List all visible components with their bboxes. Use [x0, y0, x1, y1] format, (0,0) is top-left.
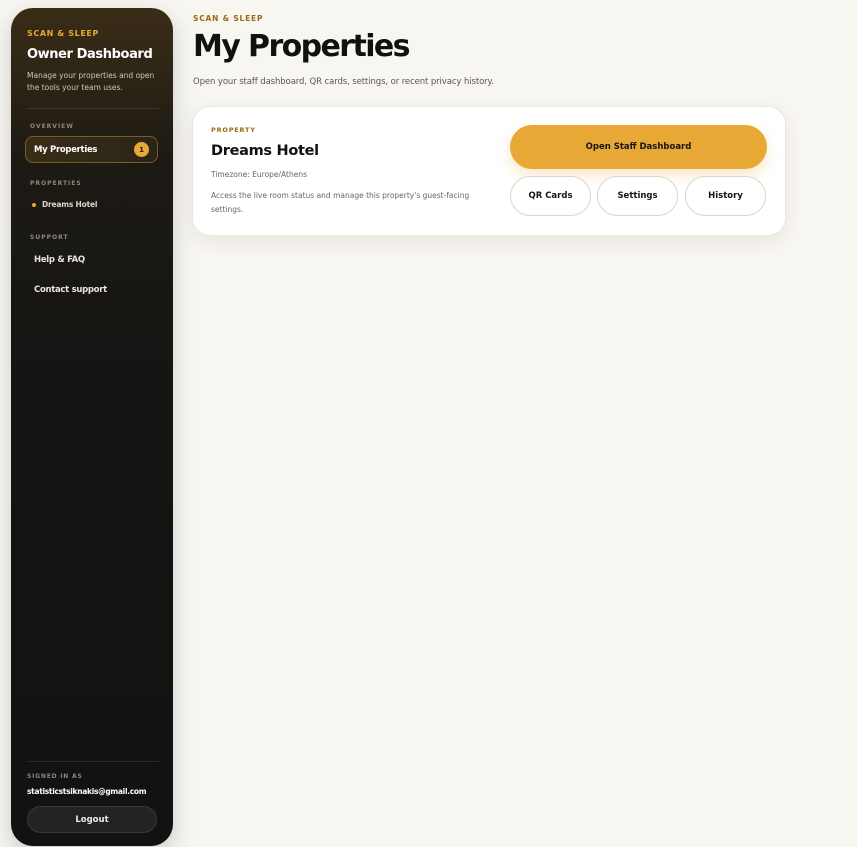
sidebar-brand: SCAN & SLEEP	[27, 29, 99, 38]
sidebar-item-label: My Properties	[34, 144, 98, 155]
sidebar: SCAN & SLEEP Owner Dashboard Manage your…	[11, 8, 173, 846]
sidebar-item-contact-support[interactable]: Contact support	[34, 285, 107, 295]
property-description: Access the live room status and manage t…	[211, 191, 470, 214]
sidebar-item-help-faq[interactable]: Help & FAQ	[34, 255, 85, 265]
sidebar-divider	[27, 108, 159, 109]
sidebar-item-my-properties[interactable]: My Properties 1	[25, 136, 158, 163]
property-timezone: Timezone: Europe/Athens	[211, 170, 308, 179]
page-title: My Properties	[193, 29, 410, 64]
property-card: PROPERTY Dreams Hotel Timezone: Europe/A…	[192, 106, 786, 236]
property-eyebrow: PROPERTY	[211, 126, 256, 134]
sidebar-item-dreams-hotel[interactable]: Dreams Hotel	[32, 200, 97, 209]
settings-button[interactable]: Settings	[597, 176, 678, 216]
sidebar-description: Manage your properties and open the tool…	[27, 71, 155, 92]
page-eyebrow: SCAN & SLEEP	[193, 14, 264, 23]
page-subtitle: Open your staff dashboard, QR cards, set…	[193, 77, 494, 87]
section-label-overview: OVERVIEW	[30, 123, 74, 130]
sidebar-title: Owner Dashboard	[27, 47, 153, 62]
signed-in-email: statisticstsiknakis@gmail.com	[27, 787, 147, 796]
logout-button[interactable]: Logout	[27, 806, 157, 833]
signed-in-label: SIGNED IN AS	[27, 773, 83, 780]
property-name: Dreams Hotel	[211, 143, 319, 159]
sidebar-item-label: Dreams Hotel	[42, 200, 98, 209]
open-staff-dashboard-button[interactable]: Open Staff Dashboard	[510, 125, 767, 169]
bullet-dot-icon	[32, 202, 36, 207]
count-badge: 1	[134, 142, 149, 157]
qr-cards-button[interactable]: QR Cards	[510, 176, 591, 216]
section-label-support: SUPPORT	[30, 234, 69, 241]
section-label-properties: PROPERTIES	[30, 180, 82, 187]
sidebar-footer-divider	[27, 761, 159, 762]
history-button[interactable]: History	[685, 176, 766, 216]
